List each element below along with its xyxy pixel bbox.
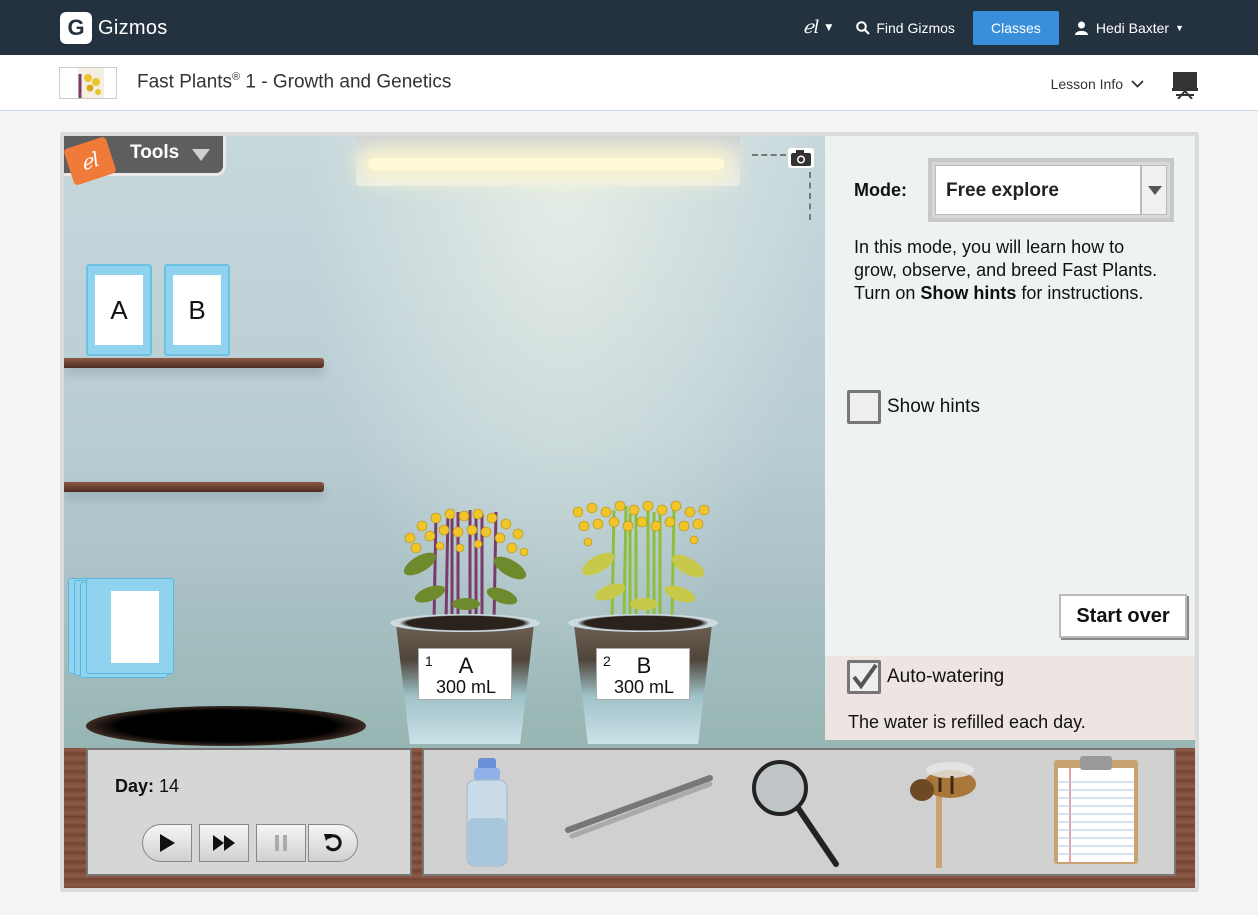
- user-menu[interactable]: Hedi Baxter ▼: [1074, 19, 1184, 36]
- lesson-header: Fast Plants® 1 - Growth and Genetics Les…: [0, 55, 1258, 111]
- shelf: [64, 358, 324, 368]
- play-icon: [160, 834, 175, 852]
- reset-button[interactable]: [308, 824, 358, 862]
- user-name: Hedi Baxter: [1095, 19, 1170, 36]
- wall-light-glow: [304, 136, 824, 696]
- mode-label: Mode:: [854, 180, 907, 200]
- gizmos-logo[interactable]: G Gizmos: [60, 12, 168, 44]
- seed-envelopes[interactable]: [68, 578, 174, 678]
- find-gizmos-link[interactable]: Find Gizmos: [856, 20, 955, 36]
- search-icon: [856, 20, 871, 35]
- lesson-info-label: Lesson Info: [1050, 76, 1123, 92]
- pot-label: 2 B 300 mL: [596, 648, 690, 700]
- top-nav: G Gizmos ℯl ▼ Find Gizmos Classes Hedi B…: [0, 0, 1258, 55]
- logo-g-icon: G: [60, 12, 92, 44]
- mode-description: In this mode, you will learn how to grow…: [854, 237, 1158, 303]
- clipboard-icon[interactable]: [1052, 756, 1140, 866]
- brand-name: Gizmos: [98, 16, 168, 39]
- show-hints-label: Show hints: [887, 396, 980, 417]
- dashed-line: [752, 154, 786, 156]
- lesson-thumbnail: [59, 67, 117, 99]
- day-counter: Day: 14: [115, 776, 180, 796]
- caret-down-icon: [192, 149, 210, 161]
- plant-b[interactable]: [568, 500, 718, 620]
- pot-b[interactable]: 2 B 300 mL: [568, 614, 718, 744]
- mode-select-value: Free explore: [935, 165, 1141, 215]
- shelf: [64, 482, 324, 492]
- fast-forward-icon: [213, 835, 235, 851]
- tweezers-icon[interactable]: [564, 770, 714, 840]
- simulation-frame: ℯl Tools A B 1 A 300 mL 2 B 300 mL Mode:…: [60, 132, 1199, 892]
- envelope: [86, 578, 174, 674]
- find-gizmos-label: Find Gizmos: [876, 19, 955, 36]
- tools-tray: [422, 748, 1176, 876]
- plant-a[interactable]: [390, 504, 540, 624]
- play-button[interactable]: [142, 824, 192, 862]
- reset-icon: [324, 834, 342, 852]
- caret-down-icon: ▼: [825, 22, 833, 33]
- mode-select[interactable]: Free explore: [928, 158, 1174, 222]
- caret-down-icon: ▼: [1175, 22, 1184, 33]
- el-icon: ℯl: [803, 17, 820, 38]
- day-value: 14: [159, 776, 180, 796]
- plant-thumbnail-icon: [60, 68, 116, 98]
- lesson-title: Fast Plants® 1 - Growth and Genetics: [137, 71, 452, 93]
- fast-forward-button[interactable]: [199, 824, 249, 862]
- tools-tab[interactable]: ℯl Tools: [64, 136, 226, 186]
- auto-watering-label: Auto-watering: [887, 666, 1005, 687]
- lesson-info-dropdown[interactable]: Lesson Info: [1051, 76, 1144, 92]
- pause-icon: [275, 835, 287, 851]
- watering-panel: Auto-watering The water is refilled each…: [825, 656, 1195, 740]
- show-hints-checkbox[interactable]: [847, 390, 881, 424]
- magnifier-icon[interactable]: [750, 758, 842, 870]
- pot-a[interactable]: 1 A 300 mL: [390, 614, 540, 744]
- water-note: The water is refilled each day.: [848, 712, 1086, 732]
- water-bottle-icon[interactable]: [464, 758, 510, 868]
- user-icon: [1074, 21, 1088, 35]
- discard-hole[interactable]: [86, 706, 366, 746]
- camera-icon[interactable]: [788, 148, 814, 173]
- pot-label: 1 A 300 mL: [418, 648, 512, 700]
- pause-button[interactable]: [256, 824, 306, 862]
- grow-lamp: [356, 136, 740, 186]
- control-panel: Mode: Free explore In this mode, you wil…: [825, 136, 1195, 740]
- checkmark-icon: [852, 663, 878, 690]
- dashed-line: [809, 172, 811, 220]
- seed-pack-b[interactable]: B: [164, 264, 230, 356]
- tools-label: Tools: [130, 142, 180, 163]
- seed-pack-label: B: [173, 275, 221, 345]
- chevron-down-icon: [1131, 80, 1144, 88]
- el-menu[interactable]: ℯl ▼: [803, 17, 832, 38]
- seed-pack-label: A: [95, 275, 143, 345]
- seed-pack-a[interactable]: A: [86, 264, 152, 356]
- auto-watering-checkbox[interactable]: [847, 660, 881, 694]
- el-icon: ℯl: [64, 136, 117, 186]
- dropdown-arrow-icon: [1141, 165, 1167, 215]
- simulation-stage: ℯl Tools A B 1 A 300 mL 2 B 300 mL Mode:…: [64, 136, 1195, 888]
- start-over-button[interactable]: Start over: [1059, 594, 1187, 638]
- bee-stick-icon[interactable]: [900, 756, 984, 868]
- classes-button[interactable]: Classes: [972, 10, 1059, 45]
- lamp-tube: [368, 158, 724, 170]
- presentation-icon[interactable]: [1172, 72, 1198, 104]
- day-controls: Day: 14: [86, 748, 412, 876]
